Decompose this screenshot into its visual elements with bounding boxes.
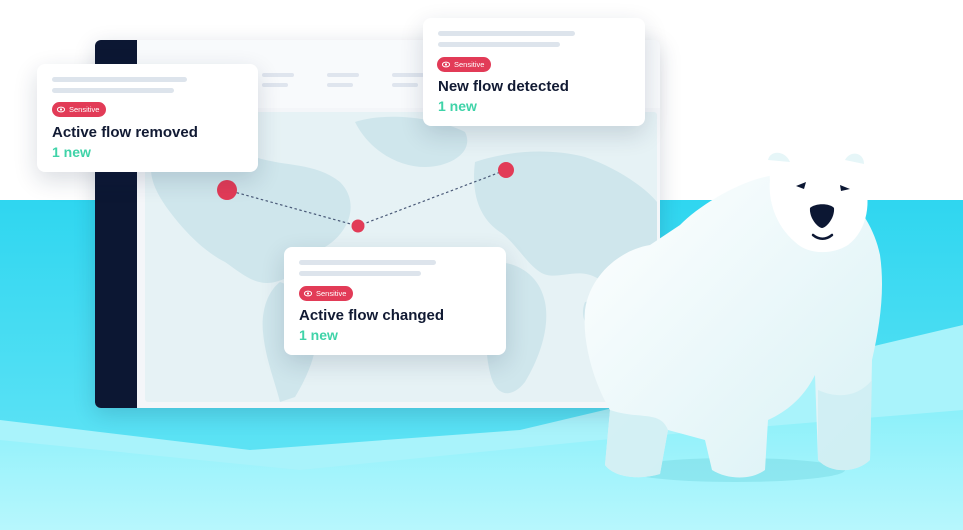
illustration-scene: Sensitive Active flow removed 1 new Sens… (0, 0, 963, 530)
polar-bear-illustration (584, 152, 883, 482)
